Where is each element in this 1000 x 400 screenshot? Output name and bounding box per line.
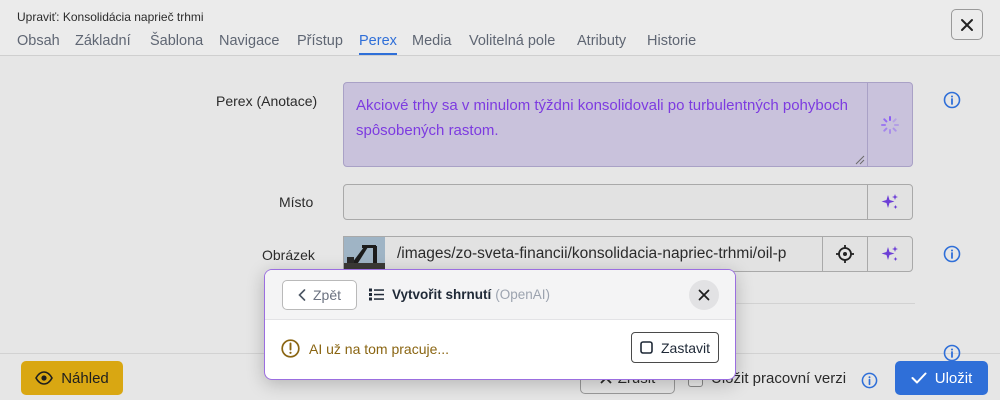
tab-zakladni[interactable]: Základní	[75, 33, 131, 55]
tab-atributy[interactable]: Atributy	[577, 33, 626, 55]
oil-pump-image-icon	[344, 237, 385, 271]
info-icon[interactable]	[943, 245, 961, 263]
preview-button[interactable]: Náhled	[21, 361, 123, 395]
resize-grip-icon[interactable]	[855, 155, 865, 165]
back-button[interactable]: Zpět	[282, 280, 357, 310]
warning-icon	[281, 339, 300, 358]
stop-button[interactable]: Zastavit	[631, 332, 719, 363]
perex-textarea[interactable]: Akciové trhy sa v minulom týždni konsoli…	[343, 82, 868, 167]
warning-text: AI už na tom pracuje...	[309, 340, 450, 357]
tab-obsah[interactable]: Obsah	[17, 33, 60, 55]
info-icon[interactable]	[943, 91, 961, 109]
modal-header: Zpět Vytvořit shrnutí (OpenAI)	[265, 270, 735, 320]
image-thumbnail[interactable]	[343, 236, 386, 272]
save-label: Uložit	[934, 369, 973, 387]
misto-ai-button[interactable]	[867, 184, 913, 220]
tab-pristup[interactable]: Přístup	[297, 33, 343, 55]
eye-icon	[35, 371, 54, 385]
sparkles-icon	[881, 246, 898, 261]
obrazek-label: Obrázek	[262, 247, 315, 263]
window-title: Upraviť: Konsolidácia naprieč trhmi	[17, 10, 204, 24]
tab-historie[interactable]: Historie	[647, 33, 696, 55]
stop-label: Zastavit	[660, 339, 710, 356]
modal-provider: (OpenAI)	[495, 287, 551, 302]
close-icon	[698, 289, 710, 301]
check-icon	[911, 372, 927, 384]
tab-media[interactable]: Media	[412, 33, 452, 55]
save-button[interactable]: Uložit	[895, 361, 988, 395]
back-label: Zpět	[312, 287, 341, 303]
perex-label: Perex (Anotace)	[216, 93, 318, 109]
crosshair-icon	[836, 245, 854, 263]
dialog-header: Upraviť: Konsolidácia naprieč trhmi Obsa…	[0, 0, 1000, 56]
chevron-left-icon	[298, 289, 306, 301]
ai-working-warning: AI už na tom pracuje...	[281, 339, 449, 358]
misto-label: Místo	[279, 194, 314, 210]
tab-navigace[interactable]: Navigace	[219, 33, 279, 55]
ai-loading-button[interactable]	[867, 82, 913, 167]
modal-title-text: Vytvořit shrnutí	[392, 287, 492, 302]
modal-title: Vytvořit shrnutí (OpenAI)	[369, 287, 550, 302]
tab-perex[interactable]: Perex	[359, 33, 397, 55]
info-icon[interactable]	[943, 344, 961, 362]
tab-sablona[interactable]: Šablona	[150, 33, 203, 55]
image-ai-button[interactable]	[867, 236, 913, 272]
spinner-icon	[881, 115, 899, 134]
modal-close-button[interactable]	[689, 280, 719, 310]
stop-icon	[640, 341, 653, 354]
list-icon	[369, 288, 384, 301]
sparkles-icon	[881, 194, 898, 209]
ai-summary-modal: Zpět Vytvořit shrnutí (OpenAI) AI už na …	[264, 269, 736, 380]
image-path-input[interactable]: /images/zo-sveta-financii/konsolidacia-n…	[385, 236, 823, 272]
close-dialog-button[interactable]	[951, 9, 983, 40]
misto-input[interactable]	[343, 184, 868, 220]
info-icon[interactable]	[861, 372, 878, 389]
preview-label: Náhled	[61, 369, 109, 387]
close-icon	[961, 18, 973, 31]
tab-volitelna-pole[interactable]: Volitelná pole	[469, 33, 555, 55]
modal-body: AI už na tom pracuje... Zastavit	[265, 320, 735, 379]
image-focus-button[interactable]	[822, 236, 868, 272]
